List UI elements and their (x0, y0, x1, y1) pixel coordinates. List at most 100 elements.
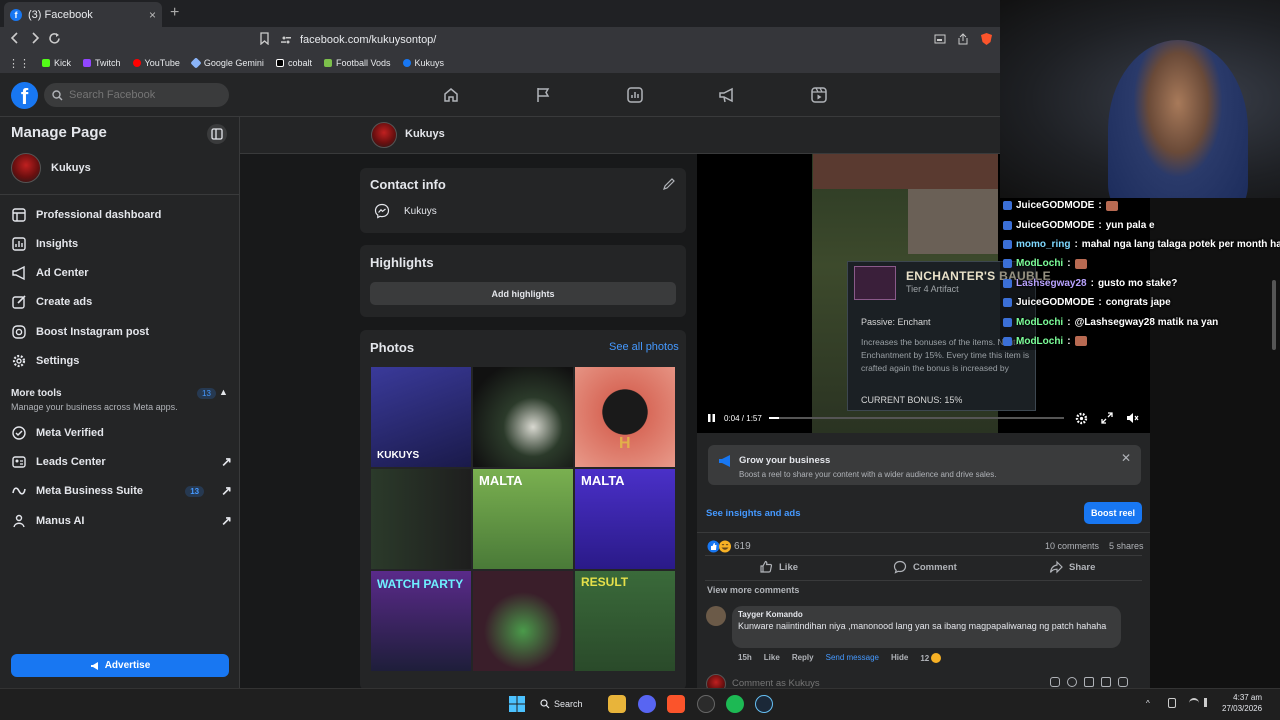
send-message-button[interactable]: Send message (826, 653, 879, 663)
insights-icon[interactable] (626, 86, 644, 104)
tab-close-icon[interactable]: × (149, 8, 156, 22)
comment-reaction-count[interactable]: 12 (920, 653, 942, 663)
view-more-comments-link[interactable]: View more comments (707, 585, 799, 595)
sidebar-item-leads-center[interactable]: Leads Center ↗ (8, 449, 232, 475)
microphone-icon[interactable] (1168, 698, 1176, 708)
brave-shield-icon[interactable] (980, 32, 993, 46)
photo-thumbnail[interactable]: KUKUYS (371, 367, 471, 467)
discord-icon[interactable] (638, 695, 656, 713)
bookmark-kukuys[interactable]: Kukuys (402, 58, 444, 68)
sidebar-item-manus-ai[interactable]: Manus AI ↗ (8, 508, 232, 534)
see-all-photos-link[interactable]: See all photos (609, 341, 679, 353)
photo-thumbnail[interactable]: MALTA (575, 469, 675, 569)
taskbar-search[interactable]: Search (540, 694, 596, 714)
sidebar-item-boost-instagram[interactable]: Boost Instagram post (8, 319, 232, 345)
brave-icon[interactable] (667, 695, 685, 713)
bookmark-gemini[interactable]: Google Gemini (190, 57, 264, 69)
page-avatar[interactable] (11, 153, 41, 183)
see-insights-link[interactable]: See insights and ads (706, 508, 801, 519)
search-box[interactable] (44, 83, 229, 107)
hide-comment-button[interactable]: Hide (891, 653, 908, 663)
fullscreen-icon[interactable] (1101, 412, 1113, 424)
back-icon[interactable] (9, 31, 21, 45)
spotify-icon[interactable] (726, 695, 744, 713)
camera-icon[interactable] (1084, 677, 1094, 687)
sidebar-item-insights[interactable]: Insights (8, 231, 232, 257)
facebook-logo[interactable]: f (11, 82, 38, 109)
commenter-avatar[interactable] (706, 606, 726, 626)
comment-author[interactable]: Tayger Komando (738, 610, 803, 619)
cast-icon[interactable] (934, 34, 946, 45)
apps-grid-icon[interactable]: ⋮⋮ (8, 57, 30, 70)
bookmark-twitch[interactable]: Twitch (83, 58, 121, 68)
site-info-icon[interactable] (280, 34, 292, 46)
photo-thumbnail[interactable] (371, 469, 471, 569)
bookmark-youtube[interactable]: YouTube (132, 58, 180, 68)
header-page-name[interactable]: Kukuys (405, 128, 445, 140)
sidebar-item-create-ads[interactable]: Create ads (8, 289, 232, 315)
home-icon[interactable] (442, 86, 460, 104)
windows-start-icon[interactable] (508, 695, 526, 713)
pause-icon[interactable] (707, 413, 716, 423)
edit-pencil-icon[interactable] (662, 177, 676, 191)
new-tab-button[interactable]: + (170, 4, 179, 22)
gear-icon[interactable] (1075, 412, 1088, 425)
boost-reel-button[interactable]: Boost reel (1084, 502, 1142, 524)
photo-thumbnail[interactable] (473, 571, 573, 671)
share-button[interactable]: Share (1049, 560, 1095, 574)
photo-thumbnail[interactable]: H (575, 367, 675, 467)
photo-thumbnail[interactable]: MALTA (473, 469, 573, 569)
gif-icon[interactable] (1101, 677, 1111, 687)
emoji-icon[interactable] (1067, 677, 1077, 687)
search-input[interactable] (69, 89, 219, 101)
reels-icon[interactable] (810, 86, 828, 104)
photo-thumbnail[interactable]: RESULT (575, 571, 675, 671)
sidebar-item-ad-center[interactable]: Ad Center (8, 260, 232, 286)
reactions-icon[interactable] (707, 540, 733, 553)
header-avatar[interactable] (371, 122, 397, 148)
system-clock[interactable]: 4:37 am 27/03/2026 (1222, 692, 1262, 714)
photo-thumbnail[interactable] (473, 367, 573, 467)
sidebar-item-meta-business-suite[interactable]: Meta Business Suite 13 ↗ (8, 478, 232, 504)
reaction-count[interactable]: 619 (734, 541, 751, 552)
flag-icon[interactable] (534, 86, 552, 104)
bookmark-football-vods[interactable]: Football Vods (323, 58, 391, 68)
steam-icon[interactable] (755, 695, 773, 713)
omnibox[interactable]: facebook.com/kukuysontop/ (280, 30, 1000, 50)
app-icon[interactable] (697, 695, 715, 713)
advertise-button[interactable]: Advertise (11, 654, 229, 677)
sidebar-item-professional-dashboard[interactable]: Professional dashboard (8, 202, 232, 228)
file-explorer-icon[interactable] (608, 695, 626, 713)
volume-icon[interactable] (1204, 698, 1213, 707)
like-button[interactable]: Like (759, 560, 798, 574)
bookmark-page-icon[interactable] (259, 32, 270, 45)
page-name[interactable]: Kukuys (51, 162, 91, 174)
reload-icon[interactable] (48, 32, 61, 45)
megaphone-icon[interactable] (718, 86, 736, 104)
messenger-contact[interactable]: Kukuys (374, 203, 437, 219)
comment-button[interactable]: Comment (893, 560, 957, 574)
chevron-up-icon[interactable]: ^ (1146, 699, 1150, 708)
share-count[interactable]: 5 shares (1109, 541, 1144, 551)
browser-tab[interactable]: f (3) Facebook × (4, 2, 162, 27)
sticker-icon[interactable] (1118, 677, 1128, 687)
collapse-sidebar-icon[interactable] (207, 124, 227, 144)
forward-icon[interactable] (29, 31, 41, 45)
bookmark-cobalt[interactable]: cobalt (275, 58, 312, 68)
sidebar-item-meta-verified[interactable]: Meta Verified (8, 420, 232, 446)
close-icon[interactable]: ✕ (1121, 451, 1131, 465)
more-tools-title[interactable]: More tools (11, 388, 62, 399)
share-page-icon[interactable] (957, 33, 969, 45)
video-progress-track[interactable] (769, 417, 1064, 419)
comment-like-button[interactable]: Like (764, 653, 780, 663)
comment-timestamp[interactable]: 15h (738, 653, 752, 663)
comment-count[interactable]: 10 comments (1045, 541, 1099, 551)
page-scrollbar[interactable] (1272, 280, 1276, 350)
sidebar-item-settings[interactable]: Settings (8, 348, 232, 374)
avatar-sticker-icon[interactable] (1050, 677, 1060, 687)
url-text[interactable]: facebook.com/kukuysontop/ (300, 34, 436, 46)
bookmark-kick[interactable]: Kick (42, 58, 71, 68)
comment-reply-button[interactable]: Reply (792, 653, 814, 663)
add-highlights-button[interactable]: Add highlights (370, 282, 676, 305)
photo-thumbnail[interactable]: WATCH PARTY (371, 571, 471, 671)
